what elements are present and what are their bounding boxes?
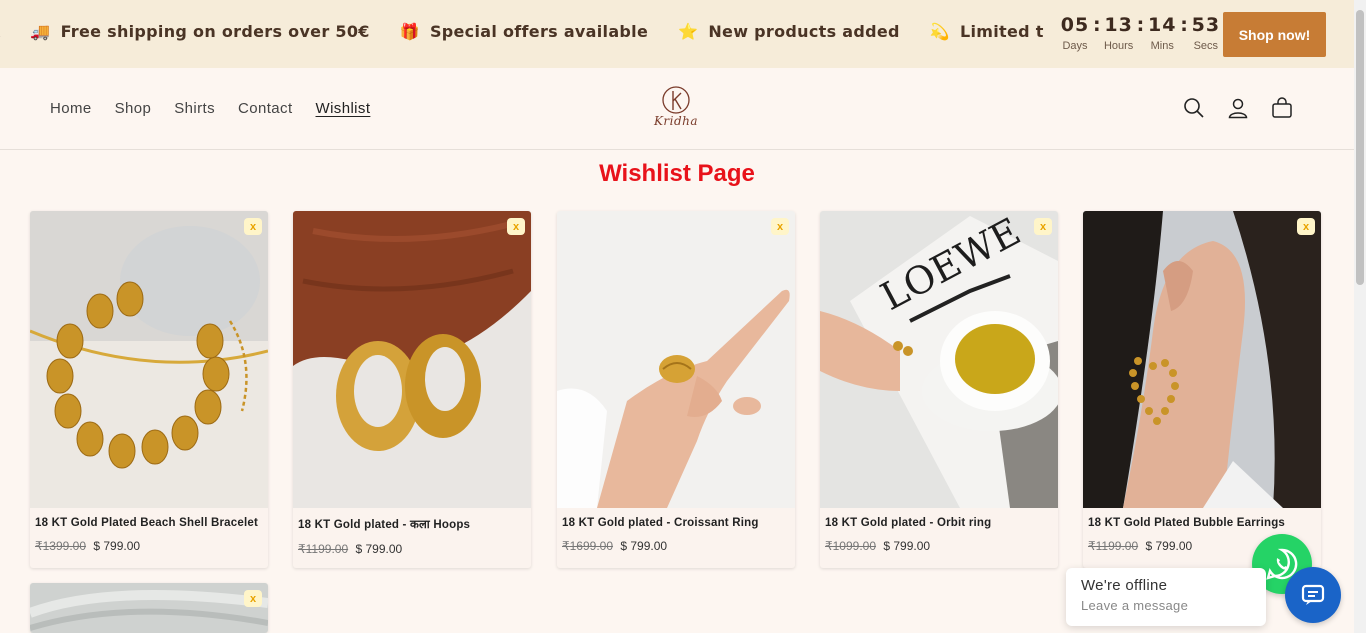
wishlist-card[interactable]: x 18 KT Gold Plated Bubble Earrings ₹119… — [1083, 211, 1321, 568]
site-header: Home Shop Shirts Contact Wishlist Kridha — [0, 68, 1354, 150]
product-photo-partial — [30, 583, 268, 633]
truck-icon: 🚚 — [30, 22, 51, 41]
chat-icon — [1301, 584, 1325, 605]
original-price: ₹1699.00 — [562, 539, 614, 553]
countdown-secs: 53 Secs — [1191, 14, 1221, 52]
remove-from-wishlist-button[interactable]: x — [1034, 218, 1052, 235]
nav-wishlist[interactable]: Wishlist — [316, 100, 371, 117]
nav-contact[interactable]: Contact — [238, 100, 293, 117]
product-image[interactable]: x — [557, 211, 795, 508]
cart-icon[interactable] — [1270, 96, 1294, 120]
nav-shirts[interactable]: Shirts — [174, 100, 215, 117]
product-price: ₹1399.00 $ 799.00 — [35, 539, 268, 553]
announcement-item: 💫Limited time — [929, 22, 1044, 41]
product-photo-ring — [557, 211, 795, 508]
product-price: ₹1099.00 $ 799.00 — [825, 539, 1058, 553]
gift-icon: 🎁 — [399, 22, 420, 41]
countdown-days: 05 Days — [1060, 14, 1090, 52]
product-image[interactable]: LOEWE x — [820, 211, 1058, 508]
search-icon[interactable] — [1182, 96, 1206, 120]
wishlist-card[interactable]: x 18 KT Gold Plated Beach Shell Bracelet… — [30, 211, 268, 568]
original-price: ₹1199.00 — [298, 542, 349, 556]
product-image[interactable]: x — [293, 211, 531, 508]
page-title: Wishlist Page — [599, 160, 755, 187]
product-name[interactable]: 18 KT Gold plated - Croissant Ring — [562, 517, 795, 529]
product-image[interactable]: x — [30, 211, 268, 508]
announcement-item: 🚚 Free shipping on orders over 50€ — [30, 22, 370, 41]
sale-price: $ 799.00 — [883, 539, 931, 553]
announcement-bar: week 🚚Free shipping on orders over 50€ 🎁… — [0, 0, 1354, 68]
original-price: ₹1399.00 — [35, 539, 87, 553]
header-actions — [1182, 96, 1294, 120]
nav-shop[interactable]: Shop — [115, 100, 152, 117]
sparkle-icon: 💫 — [929, 22, 951, 41]
product-name[interactable]: 18 KT Gold Plated Beach Shell Bracelet — [35, 517, 268, 529]
sale-price: $ 799.00 — [620, 539, 668, 553]
chat-offline-bubble[interactable]: We're offline Leave a message — [1066, 568, 1266, 626]
chat-launcher-button[interactable] — [1285, 567, 1341, 623]
remove-from-wishlist-button[interactable]: x — [244, 218, 262, 235]
remove-from-wishlist-button[interactable]: x — [1297, 218, 1315, 235]
wishlist-card[interactable]: LOEWE x 18 KT Gold plated - Orbit ring ₹… — [820, 211, 1058, 568]
countdown-timer: 05 Days : 13 Hours : 14 Mins : 53 Secs — [1056, 14, 1225, 52]
remove-from-wishlist-button[interactable]: x — [771, 218, 789, 235]
sale-price: $ 799.00 — [355, 542, 403, 556]
chat-status: We're offline — [1081, 577, 1168, 594]
product-name[interactable]: 18 KT Gold plated - Orbit ring — [825, 517, 1058, 529]
product-name[interactable]: 18 KT Gold plated - कला Hoops — [298, 517, 531, 532]
product-photo-orbit-ring: LOEWE — [820, 211, 1058, 508]
logo-monogram-icon — [662, 86, 690, 114]
announcement-marquee: week 🚚Free shipping on orders over 50€ 🎁… — [0, 0, 1044, 68]
nav-home[interactable]: Home — [50, 100, 92, 117]
countdown-hours: 13 Hours — [1103, 14, 1134, 52]
product-image[interactable]: x — [1083, 211, 1321, 508]
scrollbar-thumb[interactable] — [1356, 10, 1364, 285]
announcement-item: 🎁 Special offers available — [399, 22, 649, 41]
sale-price: $ 799.00 — [1145, 539, 1193, 553]
page-scrollbar[interactable] — [1354, 0, 1366, 633]
wishlist-card[interactable]: x 18 KT Gold plated - कला Hoops ₹1199.00… — [293, 211, 531, 568]
logo-wordmark: Kridha — [653, 114, 699, 128]
product-photo-bracelet — [30, 211, 268, 508]
original-price: ₹1199.00 — [1088, 539, 1139, 553]
remove-from-wishlist-button[interactable]: x — [507, 218, 525, 235]
main-nav: Home Shop Shirts Contact Wishlist — [50, 100, 370, 117]
chat-prompt: Leave a message — [1081, 598, 1189, 613]
countdown-mins: 14 Mins — [1147, 14, 1177, 52]
announcement-item: ⭐ New products added — [678, 22, 900, 41]
wishlist-card[interactable]: x — [30, 583, 268, 633]
product-name[interactable]: 18 KT Gold Plated Bubble Earrings — [1088, 517, 1321, 529]
product-image[interactable]: x — [30, 583, 268, 633]
product-price: ₹1699.00 $ 799.00 — [562, 539, 795, 553]
product-photo-bubble-earrings — [1083, 211, 1321, 508]
star-icon: ⭐ — [678, 22, 699, 41]
product-price: ₹1199.00 $ 799.00 — [298, 542, 531, 556]
original-price: ₹1099.00 — [825, 539, 877, 553]
account-icon[interactable] — [1226, 96, 1250, 120]
sale-price: $ 799.00 — [93, 539, 141, 553]
wishlist-card[interactable]: x 18 KT Gold plated - Croissant Ring ₹16… — [557, 211, 795, 568]
brand-logo[interactable]: Kridha — [648, 84, 704, 134]
shop-now-button[interactable]: Shop now! — [1223, 12, 1326, 57]
product-photo-hoops — [293, 211, 531, 508]
remove-from-wishlist-button[interactable]: x — [244, 590, 262, 607]
